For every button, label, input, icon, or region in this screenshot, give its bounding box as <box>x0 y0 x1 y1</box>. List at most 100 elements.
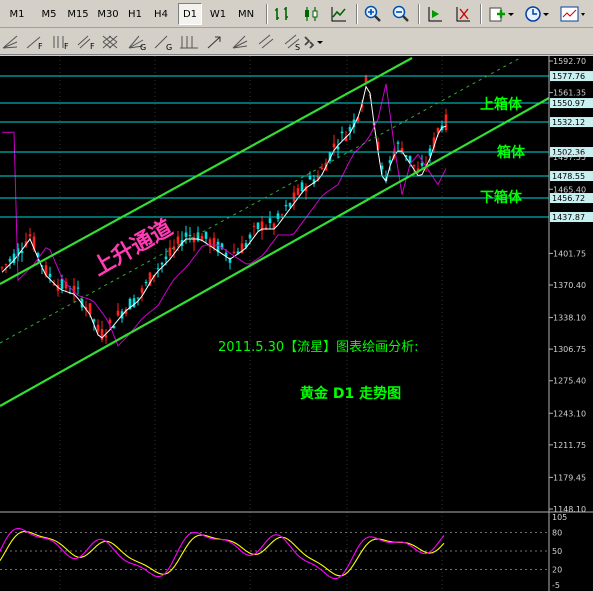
toolbar-separator <box>266 4 268 24</box>
svg-text:F: F <box>64 42 69 51</box>
candle-body <box>300 182 304 192</box>
timeframe-d1[interactable]: D1 <box>178 3 202 25</box>
candle-body <box>256 222 260 230</box>
candle-body <box>284 204 288 207</box>
toolbar-separator <box>480 4 482 24</box>
candle-body <box>76 287 80 289</box>
line-chart-icon[interactable] <box>328 3 350 25</box>
fibonacci-channel-icon[interactable]: F <box>76 31 98 53</box>
level-price-label: 1437.87 <box>552 213 585 222</box>
oscillator-axis: 105 80 50 20 -5 <box>552 513 567 590</box>
candle-body <box>108 319 112 324</box>
chart-subtitle: 黄金 D1 走势图 <box>300 385 401 402</box>
timeframe-h1[interactable]: H1 <box>124 3 146 25</box>
price-tick-label: 1275.40 <box>553 377 586 386</box>
candle-body <box>332 143 336 148</box>
price-tick-label: 1243.10 <box>553 409 586 418</box>
candle-body <box>184 232 188 237</box>
oscillator-main-line <box>0 527 445 580</box>
fibonacci-fan-icon[interactable] <box>0 31 22 53</box>
toolbar-separator <box>418 4 420 24</box>
price-tick-label: 1465.40 <box>553 185 586 194</box>
candle-body <box>136 297 140 299</box>
candle-body <box>420 163 424 166</box>
candle-body <box>232 251 236 254</box>
oscillator-level-label: 80 <box>552 528 562 537</box>
oscillator-level-label: 20 <box>552 566 562 575</box>
timeframe-w1[interactable]: W1 <box>206 3 230 25</box>
svg-text:G: G <box>140 43 146 51</box>
auto-scroll-icon[interactable] <box>452 3 474 25</box>
price-tick-label: 1338.10 <box>553 314 586 323</box>
stochastic-oscillator <box>0 527 549 580</box>
andrews-pitchfork-icon[interactable] <box>230 31 252 53</box>
indicators-icon[interactable] <box>486 3 516 25</box>
gann-line-icon[interactable]: G <box>152 31 174 53</box>
level-price-label: 1550.97 <box>552 99 585 108</box>
candle-body <box>164 256 168 260</box>
templates-icon[interactable] <box>558 3 588 25</box>
cycle-lines-icon[interactable] <box>178 31 200 53</box>
candle-body <box>264 227 268 229</box>
oscillator-level-label: 50 <box>552 547 562 556</box>
candle-body <box>156 268 160 270</box>
periods-clock-icon[interactable] <box>522 3 552 25</box>
candle-body <box>116 310 120 316</box>
candlestick-series <box>0 74 448 344</box>
candle-body <box>268 218 272 224</box>
price-tick-label: 1306.75 <box>553 345 586 354</box>
chart-shift-icon[interactable] <box>424 3 446 25</box>
arrows-dropdown-icon[interactable] <box>300 31 326 53</box>
candlestick-chart-icon[interactable] <box>300 3 322 25</box>
svg-text:F: F <box>90 42 95 51</box>
moving-averages <box>1 83 447 347</box>
candle-body <box>248 234 252 239</box>
timeframe-h4[interactable]: H4 <box>150 3 172 25</box>
lower-box-label: 下箱体 <box>480 189 523 206</box>
gann-grid-icon[interactable] <box>100 31 122 53</box>
chart-canvas[interactable]: 1577.761550.971532.121502.361478.551456.… <box>0 56 593 591</box>
candle-body <box>276 213 280 220</box>
svg-text:G: G <box>166 43 172 51</box>
timeframe-mn[interactable]: MN <box>234 3 258 25</box>
candle-body <box>96 324 100 332</box>
price-tick-label: 1401.75 <box>553 249 586 258</box>
arrow-left-icon[interactable] <box>204 31 226 53</box>
candle-body <box>192 237 196 243</box>
candle-body <box>412 164 416 167</box>
line-studies-toolbar: F F F G G S <box>0 28 593 55</box>
price-tick-label: 1561.35 <box>553 89 586 98</box>
channel-upper-line <box>0 57 413 285</box>
candle-body <box>252 225 256 227</box>
bar-chart-icon[interactable] <box>272 3 294 25</box>
gann-fan-icon[interactable]: G <box>126 31 148 53</box>
candle-body <box>48 273 52 277</box>
timeframe-m5[interactable]: M5 <box>36 3 62 25</box>
zoom-out-icon[interactable] <box>390 3 412 25</box>
candle-body <box>212 237 216 248</box>
price-chart[interactable]: 1577.76 1550.97 1532.12 1502.36 1478.55 1456.… <box>0 56 593 591</box>
candle-body <box>308 176 312 180</box>
candle-body <box>8 258 12 262</box>
price-tick-label: 1497.55 <box>553 153 586 162</box>
candle-body <box>140 288 144 293</box>
rising-channel-label: 上升通道 <box>88 215 177 282</box>
timeframe-m30[interactable]: M30 <box>94 3 122 25</box>
level-price-label: 1577.76 <box>552 72 585 81</box>
level-price-label: 1532.12 <box>552 118 585 127</box>
candle-body <box>292 192 296 202</box>
candle-body <box>280 214 284 216</box>
candle-body <box>160 262 164 265</box>
zoom-in-icon[interactable] <box>362 3 384 25</box>
timeframe-m1[interactable]: M1 <box>4 3 30 25</box>
candle-body <box>104 335 108 338</box>
candle-body <box>188 234 192 236</box>
candle-body <box>204 231 208 239</box>
fibonacci-arcs-icon[interactable]: F <box>24 31 46 53</box>
fibonacci-time-icon[interactable]: F <box>50 31 72 53</box>
upper-box-label: 上箱体 <box>480 96 523 113</box>
candle-body <box>144 281 148 284</box>
timeframe-m15[interactable]: M15 <box>64 3 92 25</box>
candle-body <box>340 131 344 134</box>
regression-channel-icon[interactable] <box>256 31 278 53</box>
